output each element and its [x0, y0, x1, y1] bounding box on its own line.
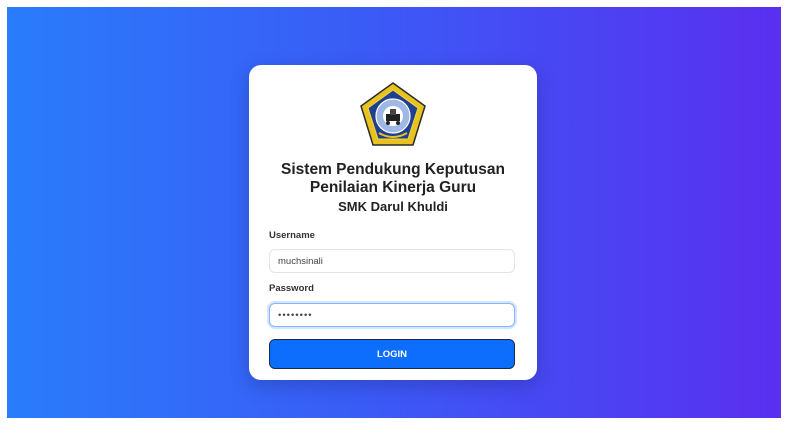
username-field[interactable] [269, 249, 515, 273]
password-field[interactable] [269, 303, 515, 327]
login-button[interactable]: LOGIN [269, 339, 515, 369]
login-card: Sistem Pendukung Keputusan Penilaian Kin… [249, 65, 537, 380]
username-label: Username [269, 230, 315, 241]
app-title-line2: Penilaian Kinerja Guru [309, 179, 477, 196]
password-label: Password [269, 283, 314, 294]
school-emblem-icon [360, 82, 426, 146]
school-name: SMK Darul Khuldi [338, 199, 448, 214]
app-title-line1: Sistem Pendukung Keputusan [281, 161, 505, 178]
login-screen-background: Sistem Pendukung Keputusan Penilaian Kin… [7, 7, 781, 418]
